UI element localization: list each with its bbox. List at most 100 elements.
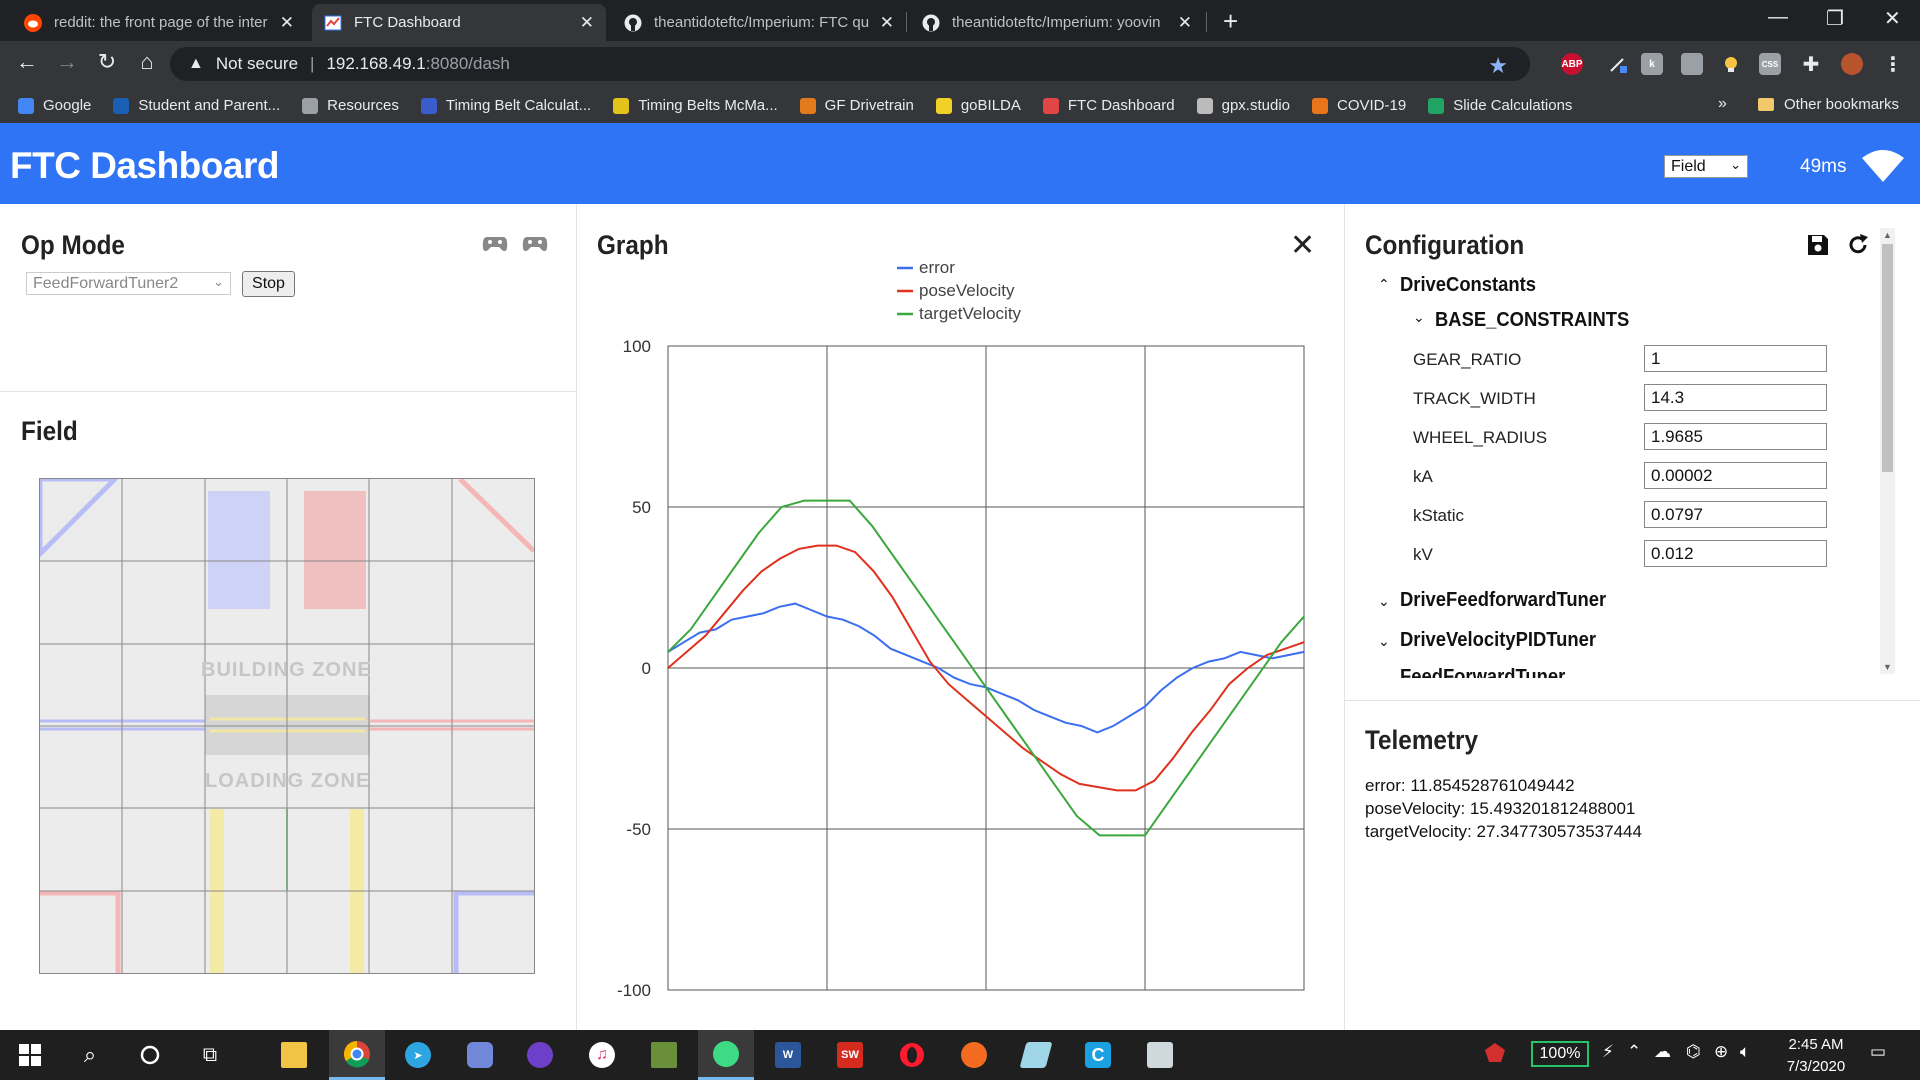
word-icon[interactable]: W xyxy=(760,1030,816,1080)
chevron-down-icon[interactable]: ⌄ xyxy=(1413,309,1425,326)
chevron-up-icon[interactable]: ⌃ xyxy=(1378,276,1390,293)
new-tab-button[interactable]: + xyxy=(1223,8,1238,34)
extension-k-icon[interactable]: k xyxy=(1641,53,1663,75)
battery-indicator[interactable]: 100% xyxy=(1531,1041,1589,1067)
back-button[interactable]: ← xyxy=(12,49,42,75)
menu-kebab-icon[interactable]: ⋮ xyxy=(1882,53,1904,76)
eyedropper-icon[interactable] xyxy=(1607,53,1629,75)
network-globe-icon[interactable]: ⊕ xyxy=(1714,1042,1728,1062)
github-desktop-icon[interactable] xyxy=(512,1030,568,1080)
close-tab-icon[interactable]: ✕ xyxy=(580,13,594,33)
wheel-radius-input[interactable]: 1.9685 xyxy=(1644,423,1827,450)
ka-input[interactable]: 0.00002 xyxy=(1644,462,1827,489)
config-scrollbar[interactable]: ▲ ▼ xyxy=(1880,228,1895,674)
bookmark-item[interactable]: Timing Belts McMa... xyxy=(613,97,778,114)
profile-avatar[interactable] xyxy=(1841,53,1863,75)
extension-window-icon[interactable] xyxy=(1681,53,1703,75)
app-orange-icon[interactable] xyxy=(946,1030,1002,1080)
bookmark-item[interactable]: Timing Belt Calculat... xyxy=(420,97,591,114)
close-window-button[interactable]: ✕ xyxy=(1884,6,1901,31)
track-width-input[interactable]: 14.3 xyxy=(1644,384,1827,411)
reload-button[interactable]: ↻ xyxy=(92,49,122,75)
volume-icon[interactable]: 🔈︎ xyxy=(1740,1042,1750,1062)
config-node-driveconstants[interactable]: DriveConstants xyxy=(1400,274,1536,297)
discord-icon[interactable] xyxy=(452,1030,508,1080)
data-point-poseVelocity xyxy=(1116,789,1118,792)
save-icon[interactable] xyxy=(1806,233,1830,257)
config-node-drivefeedforwardtuner[interactable]: DriveFeedforwardTuner xyxy=(1400,589,1606,612)
adblock-icon[interactable]: ABP xyxy=(1561,53,1583,75)
bookmark-item[interactable]: goBILDA xyxy=(935,97,1021,114)
tray-app-icon[interactable] xyxy=(1484,1042,1506,1069)
address-bar[interactable]: ▲ Not secure | 192.168.49.1 :8080/dash ★ xyxy=(170,47,1530,81)
chrome-icon[interactable] xyxy=(329,1030,385,1080)
solidworks-icon[interactable]: SW xyxy=(822,1030,878,1080)
bookmark-item[interactable]: Resources xyxy=(302,97,399,114)
telegram-icon[interactable]: ➤ xyxy=(390,1030,446,1080)
bookmarks-overflow-button[interactable]: » xyxy=(1718,95,1727,113)
bookmark-item[interactable]: FTC Dashboard xyxy=(1042,97,1175,114)
tab-github-imperium-2[interactable]: theantidoteftc/Imperium: yoovin ✕ xyxy=(910,4,1204,41)
extension-css-icon[interactable]: CSS xyxy=(1759,53,1781,75)
minimize-button[interactable]: — xyxy=(1768,6,1788,29)
minecraft-icon[interactable] xyxy=(636,1030,692,1080)
bookmark-star-icon[interactable]: ★ xyxy=(1488,53,1508,79)
bookmark-item[interactable]: Google xyxy=(18,97,91,114)
data-point-poseVelocity xyxy=(760,570,763,573)
app-crystal-icon[interactable] xyxy=(1008,1030,1064,1080)
itunes-icon[interactable]: ♫ xyxy=(574,1030,630,1080)
data-point-targetVelocity xyxy=(1303,615,1305,618)
tab-github-imperium-1[interactable]: theantidoteftc/Imperium: FTC qu ✕ xyxy=(612,4,906,41)
scroll-down-icon[interactable]: ▼ xyxy=(1883,662,1892,672)
bookmark-item[interactable]: Slide Calculations xyxy=(1428,97,1572,114)
scroll-up-icon[interactable]: ▲ xyxy=(1883,230,1892,240)
notifications-icon[interactable]: ▭ xyxy=(1870,1042,1886,1062)
clock-date[interactable]: 7/3/2020 xyxy=(1780,1058,1852,1075)
app-c-icon[interactable]: C xyxy=(1070,1030,1126,1080)
chevron-down-icon[interactable]: ⌄ xyxy=(1378,593,1390,610)
chevron-down-icon[interactable]: ⌄ xyxy=(1378,633,1390,650)
bookmark-item[interactable]: GF Drivetrain xyxy=(799,97,914,114)
config-node-drivevelocitypidtuner[interactable]: DriveVelocityPIDTuner xyxy=(1400,629,1596,652)
home-button[interactable]: ⌂ xyxy=(132,49,162,75)
forward-button[interactable]: → xyxy=(52,49,82,75)
layout-select[interactable]: Field ⌄ xyxy=(1664,155,1748,178)
onedrive-icon[interactable]: ☁ xyxy=(1654,1042,1671,1062)
gear-ratio-input[interactable]: 1 xyxy=(1644,345,1827,372)
task-view-icon[interactable]: ⧉ xyxy=(182,1030,238,1080)
start-button[interactable] xyxy=(2,1030,58,1080)
gobilda-icon xyxy=(935,97,952,114)
scrollbar-thumb[interactable] xyxy=(1882,244,1893,472)
search-icon[interactable]: ⌕ xyxy=(62,1030,118,1080)
tray-overflow-icon[interactable]: ⌃ xyxy=(1627,1042,1641,1062)
extensions-puzzle-icon[interactable]: ✚ xyxy=(1800,53,1822,76)
maximize-button[interactable]: ❐ xyxy=(1826,6,1844,31)
wifi-tray-icon[interactable]: ⌬ xyxy=(1686,1042,1701,1062)
stop-button[interactable]: Stop xyxy=(242,271,295,297)
clock-time[interactable]: 2:45 AM xyxy=(1785,1036,1847,1053)
config-group-base-constraints[interactable]: BASE_CONSTRAINTS xyxy=(1435,309,1629,332)
refresh-icon[interactable] xyxy=(1846,233,1870,257)
close-tab-icon[interactable]: ✕ xyxy=(280,13,294,33)
warning-icon[interactable]: ▲ xyxy=(188,55,204,73)
extension-bulb-icon[interactable] xyxy=(1720,53,1742,75)
tab-ftc-dashboard[interactable]: FTC Dashboard ✕ xyxy=(312,4,606,41)
field-canvas[interactable]: BUILDING ZONE LOADING ZONE xyxy=(37,476,536,974)
cortana-icon[interactable] xyxy=(122,1030,178,1080)
opmode-select[interactable]: FeedForwardTuner2 ⌄ xyxy=(26,272,231,295)
tab-reddit[interactable]: reddit: the front page of the inter ✕ xyxy=(12,4,306,41)
bookmark-item[interactable]: COVID-19 xyxy=(1312,97,1406,114)
app-window-icon[interactable] xyxy=(1132,1030,1188,1080)
config-node-feedforwardtuner[interactable]: FeedForwardTuner xyxy=(1400,666,1565,678)
bookmark-item[interactable]: Student and Parent... xyxy=(113,97,280,114)
kv-input[interactable]: 0.012 xyxy=(1644,540,1827,567)
close-tab-icon[interactable]: ✕ xyxy=(880,13,894,33)
close-tab-icon[interactable]: ✕ xyxy=(1178,13,1192,33)
bookmark-item[interactable]: gpx.studio xyxy=(1196,97,1290,114)
other-bookmarks-folder[interactable]: Other bookmarks xyxy=(1758,96,1899,113)
kstatic-input[interactable]: 0.0797 xyxy=(1644,501,1827,528)
chevron-down-icon[interactable]: ⌄ xyxy=(1378,670,1390,678)
opera-icon[interactable] xyxy=(884,1030,940,1080)
android-studio-icon[interactable] xyxy=(698,1030,754,1080)
file-explorer-icon[interactable] xyxy=(266,1030,322,1080)
